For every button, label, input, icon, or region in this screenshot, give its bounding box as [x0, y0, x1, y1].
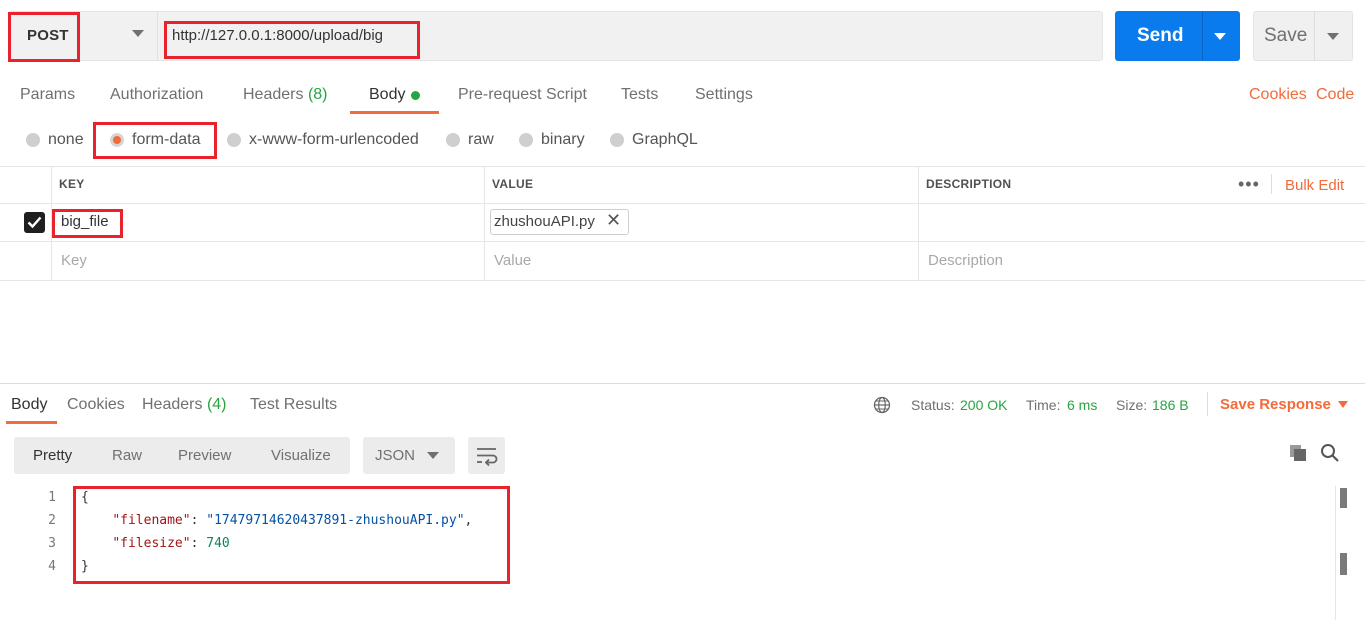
tab-body[interactable]: Body: [369, 86, 405, 104]
code-line-4: }: [81, 559, 89, 574]
column-header-key: KEY: [59, 177, 85, 191]
time-value: 6 ms: [1067, 397, 1098, 413]
radio-label-form-data[interactable]: form-data: [132, 131, 200, 149]
tab-pre-request-script[interactable]: Pre-request Script: [458, 86, 587, 104]
divider: [1271, 174, 1272, 194]
tab-params[interactable]: Params: [20, 86, 75, 104]
tab-settings[interactable]: Settings: [695, 86, 753, 104]
response-tab-active-indicator: [6, 421, 57, 424]
chevron-down-icon[interactable]: [427, 452, 439, 459]
method-select[interactable]: POST: [27, 27, 69, 44]
new-value-input[interactable]: Value: [494, 252, 531, 269]
param-key-cell[interactable]: big_file: [61, 213, 109, 230]
divider: [157, 11, 158, 61]
view-pretty-button[interactable]: Pretty: [33, 447, 72, 464]
table-border: [0, 203, 1365, 204]
radio-none[interactable]: [26, 133, 40, 147]
save-options-chevron-icon[interactable]: [1327, 33, 1339, 40]
divider: [1202, 11, 1203, 61]
radio-form-data[interactable]: [110, 133, 124, 147]
remove-file-icon[interactable]: ✕: [606, 210, 621, 231]
table-border: [0, 241, 1365, 242]
chevron-down-icon[interactable]: [132, 30, 144, 37]
radio-label-binary[interactable]: binary: [541, 131, 585, 149]
param-description-cell[interactable]: [926, 213, 1356, 233]
highlight-box: [73, 486, 510, 584]
more-horizontal-icon[interactable]: •••: [1238, 174, 1260, 195]
globe-icon[interactable]: [873, 396, 891, 414]
view-raw-button[interactable]: Raw: [112, 447, 142, 464]
table-border: [0, 280, 1365, 281]
wrap-lines-icon: [477, 448, 498, 467]
radio-label-raw[interactable]: raw: [468, 131, 494, 149]
response-tab-headers[interactable]: Headers (4): [142, 396, 227, 414]
divider: [1314, 11, 1315, 61]
checkmark-icon: [27, 216, 42, 229]
send-options-chevron-icon[interactable]: [1214, 33, 1226, 40]
column-header-value: VALUE: [492, 177, 534, 191]
view-preview-button[interactable]: Preview: [178, 447, 231, 464]
radio-raw[interactable]: [446, 133, 460, 147]
size-value: 186 B: [1152, 397, 1189, 413]
line-number: 3: [48, 536, 56, 551]
tab-active-indicator: [350, 111, 439, 114]
radio-label-graphql[interactable]: GraphQL: [632, 131, 698, 149]
new-description-input[interactable]: Description: [928, 252, 1003, 269]
status-label: Status:: [911, 397, 955, 413]
radio-label-x-www-form-urlencoded[interactable]: x-www-form-urlencoded: [249, 131, 419, 149]
view-visualize-button[interactable]: Visualize: [271, 447, 331, 464]
copy-icon[interactable]: [1288, 443, 1308, 463]
response-tab-test-results[interactable]: Test Results: [250, 396, 337, 414]
divider: [1207, 392, 1208, 416]
response-tab-body[interactable]: Body: [11, 396, 47, 414]
format-select-label[interactable]: JSON: [375, 447, 415, 464]
radio-x-www-form-urlencoded[interactable]: [227, 133, 241, 147]
line-number: 1: [48, 490, 56, 505]
code-line-2: "filename": "17479714620437891-zhushouAP…: [112, 513, 473, 528]
time-label: Time:: [1026, 397, 1061, 413]
bulk-edit-link[interactable]: Bulk Edit: [1285, 177, 1344, 194]
chevron-down-icon[interactable]: [1338, 401, 1348, 408]
save-button-label[interactable]: Save: [1264, 25, 1307, 47]
send-button-label[interactable]: Send: [1137, 25, 1183, 47]
new-key-input[interactable]: Key: [61, 252, 87, 269]
line-number: 2: [48, 513, 56, 528]
radio-binary[interactable]: [519, 133, 533, 147]
file-name: zhushouAPI.py: [494, 213, 595, 230]
row-enabled-checkbox[interactable]: [24, 212, 45, 233]
table-border: [51, 166, 52, 280]
code-line-1: {: [81, 490, 89, 505]
radio-graphql[interactable]: [610, 133, 624, 147]
body-active-dot-icon: [411, 91, 420, 100]
scrollbar-thumb[interactable]: [1340, 488, 1347, 508]
scrollbar-thumb[interactable]: [1340, 553, 1347, 575]
tab-authorization[interactable]: Authorization: [110, 86, 203, 104]
response-divider: [0, 383, 1365, 384]
url-input[interactable]: http://127.0.0.1:8000/upload/big: [172, 27, 383, 44]
save-response-button[interactable]: Save Response: [1220, 396, 1331, 413]
tab-tests[interactable]: Tests: [621, 86, 658, 104]
line-number: 4: [48, 559, 56, 574]
search-icon[interactable]: [1320, 443, 1340, 463]
size-label: Size:: [1116, 397, 1148, 413]
tab-headers[interactable]: Headers (8): [243, 86, 328, 104]
status-value: 200 OK: [960, 397, 1008, 413]
radio-label-none[interactable]: none: [48, 131, 84, 149]
wrap-lines-button[interactable]: [468, 437, 505, 474]
column-header-description: DESCRIPTION: [926, 177, 1012, 191]
response-tab-cookies[interactable]: Cookies: [67, 396, 125, 414]
code-link[interactable]: Code: [1316, 86, 1354, 104]
table-border: [918, 166, 919, 280]
cookies-link[interactable]: Cookies: [1249, 86, 1307, 104]
table-border: [0, 166, 1365, 167]
code-line-3: "filesize": 740: [112, 536, 230, 551]
scrollbar-track: [1335, 486, 1336, 620]
table-border: [484, 166, 485, 280]
